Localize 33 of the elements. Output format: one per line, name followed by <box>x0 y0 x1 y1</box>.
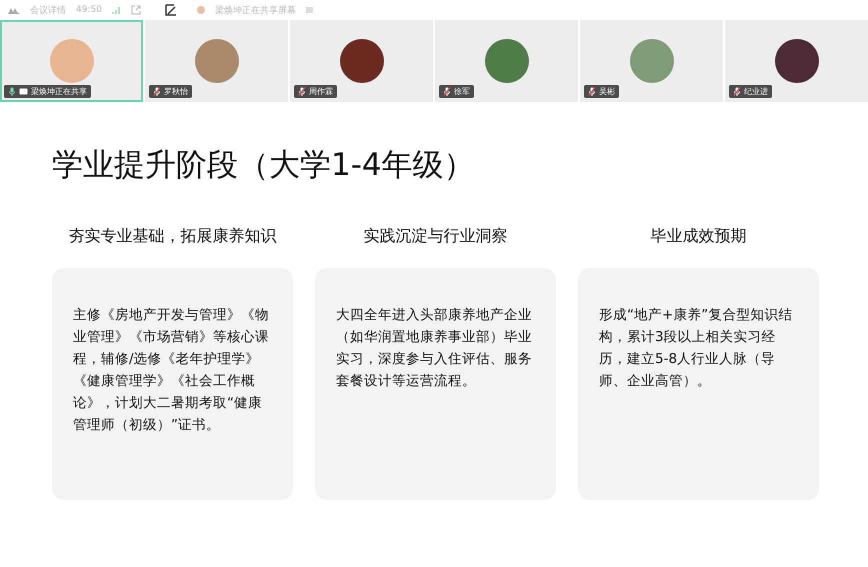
participant-name: 纪业进 <box>744 86 768 97</box>
participant-name: 徐军 <box>454 86 470 97</box>
signal-icon <box>112 6 121 14</box>
meeting-timer: 49:50 <box>76 5 102 15</box>
column-heading: 实践沉淀与行业洞察 <box>364 226 508 247</box>
participant-tile[interactable]: 吴彬 <box>580 20 723 102</box>
logo-icon <box>8 6 20 14</box>
muted-mic-icon <box>153 87 161 96</box>
sharing-dot-icon <box>196 6 205 14</box>
mic-icon <box>8 87 16 96</box>
muted-mic-icon <box>443 87 451 96</box>
muted-mic-icon <box>588 87 596 96</box>
menu-icon[interactable] <box>306 7 313 13</box>
participant-tile[interactable]: 纪业进 <box>725 20 868 102</box>
participant-tile[interactable]: 徐军 <box>435 20 578 102</box>
participant-name: 吴彬 <box>599 86 615 97</box>
slide-title: 学业提升阶段（大学1-4年级） <box>52 146 476 185</box>
participant-name: 罗秋怡 <box>164 86 188 97</box>
participant-tile[interactable]: 梁焕坤正在共享 <box>0 20 143 102</box>
column-heading: 毕业成效预期 <box>650 226 746 247</box>
external-link-icon[interactable] <box>130 5 141 15</box>
muted-mic-icon <box>733 87 741 96</box>
card-text: 大四全年进入头部康养地产企业（如华润置地康养事业部）毕业实习，深度参与入住评估、服务套餐设计等运营流程。 <box>336 306 533 391</box>
sharing-status: 梁焕坤正在共享屏幕 <box>214 4 296 16</box>
pen-icon[interactable] <box>164 4 177 16</box>
participant-tile[interactable]: 罗秋怡 <box>145 20 288 102</box>
participant-tile[interactable]: 周作霖 <box>290 20 433 102</box>
column-heading: 夯实专业基础，拓展康养知识 <box>68 226 276 247</box>
participant-name: 梁焕坤正在共享 <box>31 86 87 97</box>
participant-name: 周作霖 <box>309 86 333 97</box>
muted-mic-icon <box>298 87 306 96</box>
card-text: 形成“地产+康养”复合型知识结构，累计3段以上相关实习经历，建立5-8人行业人脉（导师、企业高管）。 <box>599 306 794 391</box>
card-text: 主修《房地产开发与管理》《物业管理》《市场营销》等核心课程，辅修/选修《老年护理学》《健康管理学》《社会工作概论》，计划大二暑期考取“健康管理师（初级）”证书。 <box>73 306 270 435</box>
